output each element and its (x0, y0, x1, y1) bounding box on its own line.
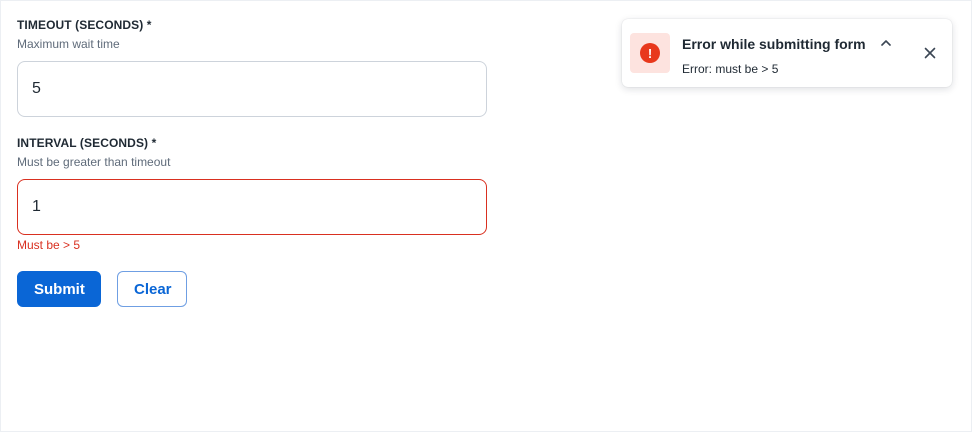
timeout-label: TIMEOUT (SECONDS) * (17, 18, 152, 32)
close-icon[interactable] (920, 43, 940, 63)
clear-button[interactable]: Clear (117, 271, 187, 307)
toast-icon-container: ! (630, 33, 670, 73)
timeout-field: TIMEOUT (SECONDS) * Maximum wait time (17, 17, 487, 117)
page: TIMEOUT (SECONDS) * Maximum wait time IN… (0, 0, 972, 432)
interval-error-message: Must be > 5 (17, 238, 81, 252)
interval-help-text: Must be greater than timeout (17, 155, 171, 169)
settings-form: TIMEOUT (SECONDS) * Maximum wait time IN… (17, 17, 487, 307)
form-actions: Submit Clear (17, 271, 487, 307)
toast-title: Error while submitting form (682, 36, 866, 52)
submit-button[interactable]: Submit (17, 271, 101, 307)
error-toast: ! Error while submitting form Error: mus… (622, 19, 952, 87)
chevron-up-icon[interactable] (876, 33, 896, 53)
timeout-help-text: Maximum wait time (17, 37, 120, 51)
timeout-input[interactable] (17, 61, 487, 117)
error-icon: ! (640, 43, 660, 63)
toast-message: Error: must be > 5 (682, 62, 779, 76)
interval-label: INTERVAL (SECONDS) * (17, 136, 157, 150)
interval-field: INTERVAL (SECONDS) * Must be greater tha… (17, 135, 487, 253)
interval-input[interactable] (17, 179, 487, 235)
